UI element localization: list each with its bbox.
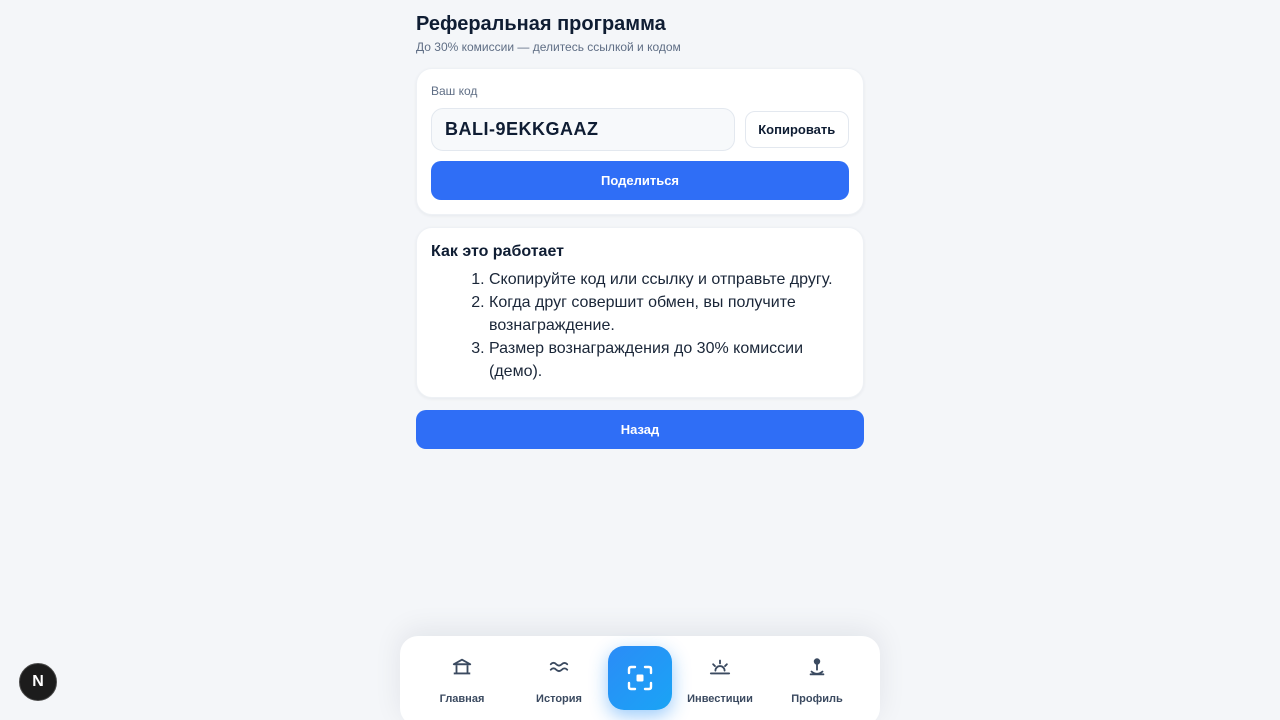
bank-icon <box>452 658 472 675</box>
page-subtitle: До 30% комиссии — делитесь ссылкой и код… <box>416 40 681 54</box>
page: Реферальная программа До 30% комиссии — … <box>0 0 1280 720</box>
step-item: Когда друг совершит обмен, вы получите в… <box>489 291 849 337</box>
main-column: Реферальная программа До 30% комиссии — … <box>416 10 864 449</box>
share-button[interactable]: Поделиться <box>431 161 849 200</box>
nav-item-investments[interactable]: Инвестиции <box>675 656 765 706</box>
nav-item-home[interactable]: Главная <box>417 656 507 706</box>
page-title: Реферальная программа <box>416 13 666 35</box>
sunrise-icon <box>709 659 731 675</box>
scan-icon <box>627 665 653 691</box>
steps-list: Скопируйте код или ссылку и отправьте др… <box>431 268 849 383</box>
waves-icon <box>549 661 569 673</box>
user-pin-icon <box>809 658 825 676</box>
referral-code-card: Ваш код BALI-9EKKGAAZ Копировать Поделит… <box>416 68 864 215</box>
code-row: BALI-9EKKGAAZ Копировать <box>431 108 849 151</box>
code-label: Ваш код <box>431 84 478 98</box>
how-it-works-card: Как это работает Скопируйте код или ссыл… <box>416 227 864 398</box>
back-button[interactable]: Назад <box>416 410 864 449</box>
nav-item-history[interactable]: История <box>514 656 604 706</box>
nav-item-profile[interactable]: Профиль <box>772 656 862 706</box>
referral-code-field[interactable]: BALI-9EKKGAAZ <box>431 108 735 151</box>
bottom-nav: Главная История Инвестиции Профиль <box>400 636 880 720</box>
nextjs-icon[interactable]: N <box>19 663 57 701</box>
how-it-works-title: Как это работает <box>431 243 564 260</box>
nav-label-investments: Инвестиции <box>687 693 753 705</box>
copy-button[interactable]: Копировать <box>744 111 849 148</box>
nav-label-history: История <box>536 693 582 705</box>
scan-button[interactable] <box>608 646 672 710</box>
step-item: Скопируйте код или ссылку и отправьте др… <box>489 268 849 291</box>
nav-label-profile: Профиль <box>791 693 843 705</box>
step-item: Размер вознаграждения до 30% комиссии (д… <box>489 337 849 383</box>
nav-label-home: Главная <box>439 693 485 705</box>
